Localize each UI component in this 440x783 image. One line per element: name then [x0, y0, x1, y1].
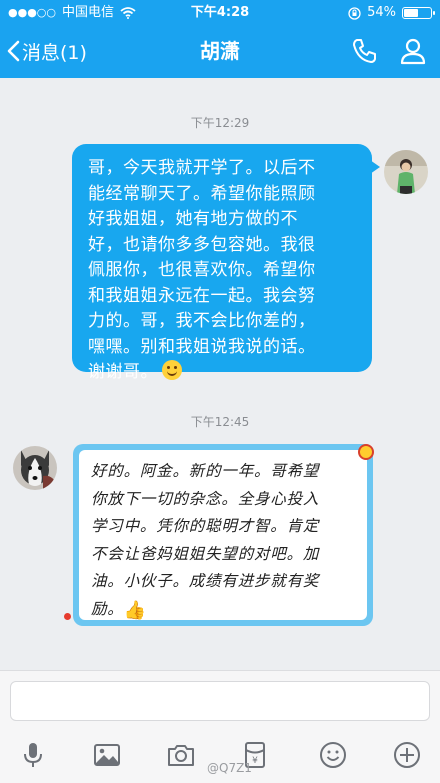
- message-input[interactable]: [10, 681, 430, 721]
- message-line: 好我姐姐，她有地方做的不: [88, 209, 298, 229]
- profile-icon[interactable]: [398, 36, 428, 66]
- message-line: 学习中。凭你的聪明才智。肯定: [91, 517, 320, 535]
- thumbs-up-emoji: 👍: [123, 599, 147, 621]
- message-line: 哥，今天我就开学了。以后不: [88, 158, 316, 178]
- plus-icon[interactable]: [392, 740, 422, 770]
- smile-emoji-icon: [162, 360, 182, 380]
- message-line: 佩服你，也很喜欢你。希望你: [88, 260, 316, 280]
- image-icon[interactable]: [92, 740, 122, 770]
- camera-icon[interactable]: [166, 740, 196, 770]
- bubble-decoration-dot: [64, 613, 71, 620]
- contact-avatar[interactable]: [13, 446, 57, 490]
- message-line: 油。小伙子。成绩有进步就有奖: [91, 572, 320, 590]
- message-line: 嘿嘿。别和我姐说我说的话。: [88, 336, 316, 357]
- person-avatar-icon: [384, 150, 428, 194]
- message-line: 力的。哥，我不会比你差的，: [88, 311, 316, 331]
- message-timestamp: 下午12:29: [190, 116, 250, 130]
- message-line: 励。: [91, 599, 124, 618]
- battery-percent: 54%: [367, 5, 396, 20]
- bottom-toolbar: ¥: [0, 730, 440, 783]
- watermark: @Q7Z1: [207, 761, 252, 775]
- incoming-message-card: 好的。阿金。新的一年。哥希望 你放下一切的杂念。全身心投入 学习中。凭你的聪明才…: [79, 450, 367, 621]
- message-line: 好的。阿金。新的一年。哥希望: [91, 462, 320, 480]
- message-line: 好，也请你多多包容她。我很: [88, 234, 316, 255]
- message-line: 不会让爸妈姐姐失望的对吧。加: [91, 544, 320, 563]
- top-bar: ●●●○○ 中国电信 下午4:28 54% 消息(1) 胡潇: [0, 0, 440, 78]
- nav-row: 消息(1) 胡潇: [0, 26, 440, 78]
- emoji-icon[interactable]: [318, 740, 348, 770]
- battery-icon: [402, 7, 435, 19]
- message-line: 谢谢哥。: [88, 362, 158, 382]
- incoming-message-bubble[interactable]: 好的。阿金。新的一年。哥希望 你放下一切的杂念。全身心投入 学习中。凭你的聪明才…: [73, 444, 373, 626]
- orientation-lock-icon: [348, 6, 361, 20]
- battery-fill: [404, 9, 418, 17]
- my-avatar[interactable]: [384, 150, 428, 194]
- message-line: 你放下一切的杂念。全身心投入: [91, 489, 320, 508]
- phone-icon[interactable]: [350, 36, 380, 66]
- microphone-icon[interactable]: [18, 740, 48, 770]
- message-line: 和我姐姐永远在一起。我会努: [88, 285, 316, 306]
- status-bar: ●●●○○ 中国电信 下午4:28 54%: [0, 0, 440, 26]
- message-line: 能经常聊天了。希望你能照顾: [88, 183, 316, 204]
- bubble-decoration-icon: [358, 444, 374, 460]
- input-bar: [0, 670, 440, 731]
- message-timestamp: 下午12:45: [190, 415, 250, 429]
- svg-text:¥: ¥: [252, 756, 258, 766]
- husky-avatar-icon: [13, 446, 57, 490]
- outgoing-message-bubble[interactable]: 哥，今天我就开学了。以后不 能经常聊天了。希望你能照顾 好我姐姐，她有地方做的不…: [72, 144, 380, 382]
